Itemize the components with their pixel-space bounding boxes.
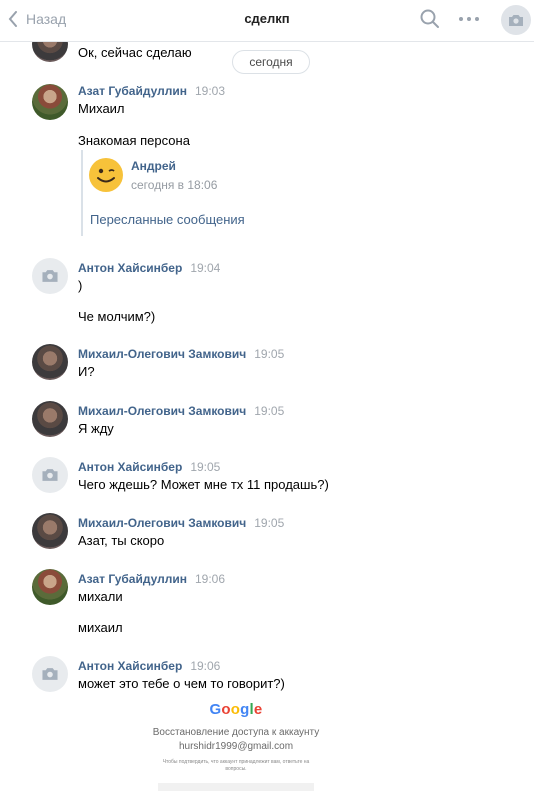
message-time: 19:05	[190, 460, 221, 474]
forward-time: сегодня в 18:06	[131, 178, 218, 192]
date-divider: сегодня	[232, 50, 310, 74]
message-text: может это тебе о чем то говорит?)	[78, 676, 285, 691]
message-time: 19:05	[254, 404, 285, 418]
search-icon[interactable]	[419, 8, 441, 30]
message-time: 19:05	[254, 347, 285, 361]
avatar[interactable]	[32, 656, 68, 692]
avatar[interactable]	[32, 258, 68, 294]
camera-icon	[509, 14, 523, 26]
message-time: 19:05	[254, 516, 285, 530]
forward-author[interactable]: Андрей	[131, 159, 176, 173]
message-author[interactable]: Антон Хайсинбер 19:06	[78, 659, 220, 673]
forward-bar	[81, 150, 85, 236]
avatar[interactable]	[32, 457, 68, 493]
message-text: Михаил	[78, 101, 125, 116]
message-time: 19:06	[195, 572, 226, 586]
smiley-icon	[97, 168, 115, 183]
camera-icon	[42, 668, 58, 680]
message-text: Ок, сейчас сделаю	[78, 45, 192, 60]
message-text: михаил	[78, 620, 123, 635]
message-text: И?	[78, 364, 95, 379]
attachment-field	[158, 783, 314, 791]
attachment-title: Восстановление доступа к аккаунту	[152, 727, 320, 738]
avatar[interactable]	[32, 401, 68, 437]
message-author[interactable]: Михаил-Олегович Замкович 19:05	[78, 516, 284, 530]
message-text: Че молчим?)	[78, 309, 156, 324]
message-text: михали	[78, 589, 123, 604]
forwarded-messages-link[interactable]: Пересланные сообщения	[90, 212, 245, 227]
avatar[interactable]	[32, 513, 68, 549]
chat-header: Назад сделкп	[0, 0, 534, 42]
avatar[interactable]	[32, 569, 68, 605]
message-text: )	[78, 278, 83, 293]
message-time: 19:03	[195, 84, 226, 98]
avatar[interactable]	[32, 84, 68, 120]
message-author[interactable]: Михаил-Олегович Замкович 19:05	[78, 347, 284, 361]
message-time: 19:04	[190, 261, 221, 275]
message-text: Я жду	[78, 421, 114, 436]
attachment-email: hurshidr1999@gmail.com	[178, 741, 294, 752]
more-icon[interactable]	[458, 10, 480, 28]
message-author[interactable]: Антон Хайсинбер 19:04	[78, 261, 220, 275]
message-text: Азат, ты скоро	[78, 533, 165, 548]
message-author[interactable]: Азат Губайдуллин 19:06	[78, 572, 225, 586]
message-author[interactable]: Михаил-Олегович Замкович 19:05	[78, 404, 284, 418]
chat-avatar[interactable]	[501, 5, 531, 35]
camera-icon	[42, 469, 58, 481]
camera-icon	[42, 270, 58, 282]
attachment-note: Чтобы подтвердить, что аккаунт принадлеж…	[162, 759, 310, 772]
avatar[interactable]	[32, 344, 68, 380]
message-text: Чего ждешь? Может мне тх 11 продашь?)	[78, 477, 329, 492]
message-text: Знакомая персона	[78, 133, 190, 148]
image-attachment[interactable]: Google Восстановление доступа к аккаунту…	[120, 697, 352, 791]
chat-title: сделкп	[244, 11, 290, 26]
google-logo: Google	[209, 701, 263, 718]
message-author[interactable]: Антон Хайсинбер 19:05	[78, 460, 220, 474]
message-time: 19:06	[190, 659, 221, 673]
forward-avatar[interactable]	[89, 158, 123, 192]
message-author[interactable]: Азат Губайдуллин 19:03	[78, 84, 225, 98]
